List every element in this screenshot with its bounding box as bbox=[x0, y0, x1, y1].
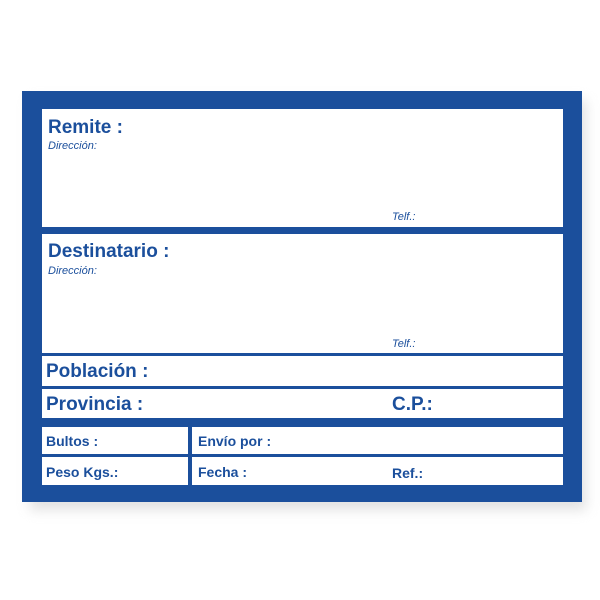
sender-phone-label: Telf.: bbox=[392, 211, 416, 223]
province-label: Provincia : bbox=[46, 394, 144, 415]
recipient-title: Destinatario : bbox=[48, 241, 170, 262]
reference-label: Ref.: bbox=[392, 465, 424, 481]
town-label: Población : bbox=[46, 361, 149, 382]
sender-section: Remite : Dirección: Telf.: bbox=[42, 109, 563, 227]
sender-title: Remite : bbox=[48, 117, 123, 138]
packages-cell: Bultos : bbox=[42, 427, 188, 454]
sender-address-label: Dirección: bbox=[48, 140, 97, 152]
date-label: Fecha : bbox=[198, 464, 248, 480]
recipient-address-label: Dirección: bbox=[48, 265, 97, 277]
date-ref-cell: Fecha : Ref.: bbox=[192, 457, 563, 485]
province-row: Provincia : C.P.: bbox=[42, 389, 563, 418]
town-row: Población : bbox=[42, 356, 563, 386]
sent-via-label: Envío por : bbox=[198, 433, 272, 449]
shipping-label: Remite : Dirección: Telf.: Destinatario … bbox=[22, 91, 582, 502]
packages-label: Bultos : bbox=[46, 433, 99, 449]
sent-via-cell: Envío por : bbox=[192, 427, 563, 454]
postal-code-label: C.P.: bbox=[392, 394, 433, 415]
recipient-section: Destinatario : Dirección: Telf.: bbox=[42, 234, 563, 353]
weight-label: Peso Kgs.: bbox=[46, 464, 119, 480]
weight-cell: Peso Kgs.: bbox=[42, 457, 188, 485]
recipient-phone-label: Telf.: bbox=[392, 338, 416, 350]
shipping-label-page: Remite : Dirección: Telf.: Destinatario … bbox=[0, 0, 600, 600]
